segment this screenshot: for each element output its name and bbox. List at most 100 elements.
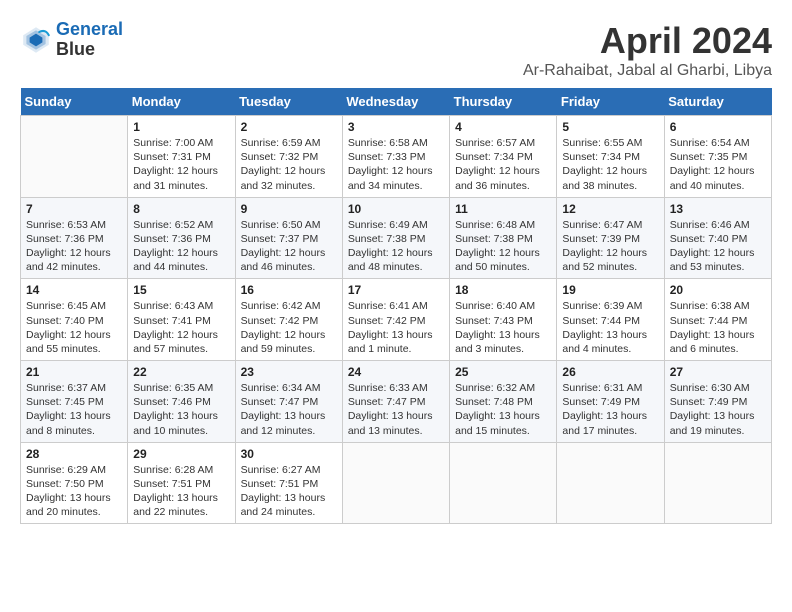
- weekday-header-friday: Friday: [557, 88, 664, 116]
- cell-info: Sunrise: 6:45 AMSunset: 7:40 PMDaylight:…: [26, 299, 122, 356]
- calendar-cell: [557, 442, 664, 524]
- logo-line1: General: [56, 19, 123, 39]
- cell-info: Sunrise: 6:42 AMSunset: 7:42 PMDaylight:…: [241, 299, 337, 356]
- calendar-cell: 24 Sunrise: 6:33 AMSunset: 7:47 PMDaylig…: [342, 361, 449, 443]
- day-number: 11: [455, 202, 551, 216]
- day-number: 23: [241, 365, 337, 379]
- logo-text: General Blue: [56, 20, 123, 60]
- calendar-cell: 18 Sunrise: 6:40 AMSunset: 7:43 PMDaylig…: [450, 279, 557, 361]
- day-number: 20: [670, 283, 766, 297]
- calendar-cell: 25 Sunrise: 6:32 AMSunset: 7:48 PMDaylig…: [450, 361, 557, 443]
- calendar-week-2: 7 Sunrise: 6:53 AMSunset: 7:36 PMDayligh…: [21, 197, 772, 279]
- day-number: 2: [241, 120, 337, 134]
- logo: General Blue: [20, 20, 123, 60]
- cell-info: Sunrise: 6:52 AMSunset: 7:36 PMDaylight:…: [133, 218, 229, 275]
- calendar-cell: 22 Sunrise: 6:35 AMSunset: 7:46 PMDaylig…: [128, 361, 235, 443]
- day-number: 1: [133, 120, 229, 134]
- calendar-cell: 10 Sunrise: 6:49 AMSunset: 7:38 PMDaylig…: [342, 197, 449, 279]
- calendar-cell: 19 Sunrise: 6:39 AMSunset: 7:44 PMDaylig…: [557, 279, 664, 361]
- page-header: General Blue April 2024 Ar-Rahaibat, Jab…: [20, 20, 772, 80]
- day-number: 25: [455, 365, 551, 379]
- day-number: 18: [455, 283, 551, 297]
- calendar-cell: 8 Sunrise: 6:52 AMSunset: 7:36 PMDayligh…: [128, 197, 235, 279]
- calendar-cell: 28 Sunrise: 6:29 AMSunset: 7:50 PMDaylig…: [21, 442, 128, 524]
- cell-info: Sunrise: 6:50 AMSunset: 7:37 PMDaylight:…: [241, 218, 337, 275]
- day-number: 12: [562, 202, 658, 216]
- cell-info: Sunrise: 6:27 AMSunset: 7:51 PMDaylight:…: [241, 463, 337, 520]
- cell-info: Sunrise: 7:00 AMSunset: 7:31 PMDaylight:…: [133, 136, 229, 193]
- day-number: 4: [455, 120, 551, 134]
- weekday-header-wednesday: Wednesday: [342, 88, 449, 116]
- day-number: 5: [562, 120, 658, 134]
- cell-info: Sunrise: 6:31 AMSunset: 7:49 PMDaylight:…: [562, 381, 658, 438]
- cell-info: Sunrise: 6:57 AMSunset: 7:34 PMDaylight:…: [455, 136, 551, 193]
- cell-info: Sunrise: 6:47 AMSunset: 7:39 PMDaylight:…: [562, 218, 658, 275]
- logo-line2: Blue: [56, 40, 123, 60]
- day-number: 7: [26, 202, 122, 216]
- cell-info: Sunrise: 6:30 AMSunset: 7:49 PMDaylight:…: [670, 381, 766, 438]
- calendar-cell: [21, 116, 128, 198]
- calendar-cell: 16 Sunrise: 6:42 AMSunset: 7:42 PMDaylig…: [235, 279, 342, 361]
- calendar-cell: 26 Sunrise: 6:31 AMSunset: 7:49 PMDaylig…: [557, 361, 664, 443]
- calendar-cell: 21 Sunrise: 6:37 AMSunset: 7:45 PMDaylig…: [21, 361, 128, 443]
- calendar-cell: 12 Sunrise: 6:47 AMSunset: 7:39 PMDaylig…: [557, 197, 664, 279]
- day-number: 24: [348, 365, 444, 379]
- calendar-cell: 30 Sunrise: 6:27 AMSunset: 7:51 PMDaylig…: [235, 442, 342, 524]
- cell-info: Sunrise: 6:46 AMSunset: 7:40 PMDaylight:…: [670, 218, 766, 275]
- calendar-cell: 14 Sunrise: 6:45 AMSunset: 7:40 PMDaylig…: [21, 279, 128, 361]
- logo-icon: [20, 24, 52, 56]
- cell-info: Sunrise: 6:43 AMSunset: 7:41 PMDaylight:…: [133, 299, 229, 356]
- calendar-cell: 17 Sunrise: 6:41 AMSunset: 7:42 PMDaylig…: [342, 279, 449, 361]
- calendar-cell: 20 Sunrise: 6:38 AMSunset: 7:44 PMDaylig…: [664, 279, 771, 361]
- cell-info: Sunrise: 6:40 AMSunset: 7:43 PMDaylight:…: [455, 299, 551, 356]
- cell-info: Sunrise: 6:54 AMSunset: 7:35 PMDaylight:…: [670, 136, 766, 193]
- calendar-cell: 13 Sunrise: 6:46 AMSunset: 7:40 PMDaylig…: [664, 197, 771, 279]
- calendar-cell: [450, 442, 557, 524]
- location-subtitle: Ar-Rahaibat, Jabal al Gharbi, Libya: [523, 62, 772, 80]
- day-number: 27: [670, 365, 766, 379]
- day-number: 3: [348, 120, 444, 134]
- calendar-week-3: 14 Sunrise: 6:45 AMSunset: 7:40 PMDaylig…: [21, 279, 772, 361]
- calendar-cell: 9 Sunrise: 6:50 AMSunset: 7:37 PMDayligh…: [235, 197, 342, 279]
- day-number: 16: [241, 283, 337, 297]
- day-number: 30: [241, 447, 337, 461]
- cell-info: Sunrise: 6:37 AMSunset: 7:45 PMDaylight:…: [26, 381, 122, 438]
- main-title: April 2024: [523, 20, 772, 62]
- day-number: 15: [133, 283, 229, 297]
- calendar-week-5: 28 Sunrise: 6:29 AMSunset: 7:50 PMDaylig…: [21, 442, 772, 524]
- calendar-cell: 1 Sunrise: 7:00 AMSunset: 7:31 PMDayligh…: [128, 116, 235, 198]
- cell-info: Sunrise: 6:59 AMSunset: 7:32 PMDaylight:…: [241, 136, 337, 193]
- cell-info: Sunrise: 6:35 AMSunset: 7:46 PMDaylight:…: [133, 381, 229, 438]
- cell-info: Sunrise: 6:29 AMSunset: 7:50 PMDaylight:…: [26, 463, 122, 520]
- day-number: 6: [670, 120, 766, 134]
- cell-info: Sunrise: 6:39 AMSunset: 7:44 PMDaylight:…: [562, 299, 658, 356]
- calendar-cell: 15 Sunrise: 6:43 AMSunset: 7:41 PMDaylig…: [128, 279, 235, 361]
- calendar-cell: 6 Sunrise: 6:54 AMSunset: 7:35 PMDayligh…: [664, 116, 771, 198]
- cell-info: Sunrise: 6:33 AMSunset: 7:47 PMDaylight:…: [348, 381, 444, 438]
- calendar-table: SundayMondayTuesdayWednesdayThursdayFrid…: [20, 88, 772, 524]
- calendar-cell: 5 Sunrise: 6:55 AMSunset: 7:34 PMDayligh…: [557, 116, 664, 198]
- calendar-cell: 7 Sunrise: 6:53 AMSunset: 7:36 PMDayligh…: [21, 197, 128, 279]
- cell-info: Sunrise: 6:55 AMSunset: 7:34 PMDaylight:…: [562, 136, 658, 193]
- calendar-cell: [664, 442, 771, 524]
- weekday-header-thursday: Thursday: [450, 88, 557, 116]
- cell-info: Sunrise: 6:34 AMSunset: 7:47 PMDaylight:…: [241, 381, 337, 438]
- day-number: 21: [26, 365, 122, 379]
- title-block: April 2024 Ar-Rahaibat, Jabal al Gharbi,…: [523, 20, 772, 80]
- day-number: 22: [133, 365, 229, 379]
- day-number: 29: [133, 447, 229, 461]
- cell-info: Sunrise: 6:38 AMSunset: 7:44 PMDaylight:…: [670, 299, 766, 356]
- calendar-cell: 4 Sunrise: 6:57 AMSunset: 7:34 PMDayligh…: [450, 116, 557, 198]
- calendar-cell: 3 Sunrise: 6:58 AMSunset: 7:33 PMDayligh…: [342, 116, 449, 198]
- cell-info: Sunrise: 6:53 AMSunset: 7:36 PMDaylight:…: [26, 218, 122, 275]
- day-number: 28: [26, 447, 122, 461]
- weekday-header-row: SundayMondayTuesdayWednesdayThursdayFrid…: [21, 88, 772, 116]
- day-number: 10: [348, 202, 444, 216]
- day-number: 19: [562, 283, 658, 297]
- cell-info: Sunrise: 6:28 AMSunset: 7:51 PMDaylight:…: [133, 463, 229, 520]
- weekday-header-sunday: Sunday: [21, 88, 128, 116]
- cell-info: Sunrise: 6:32 AMSunset: 7:48 PMDaylight:…: [455, 381, 551, 438]
- weekday-header-monday: Monday: [128, 88, 235, 116]
- day-number: 14: [26, 283, 122, 297]
- calendar-week-1: 1 Sunrise: 7:00 AMSunset: 7:31 PMDayligh…: [21, 116, 772, 198]
